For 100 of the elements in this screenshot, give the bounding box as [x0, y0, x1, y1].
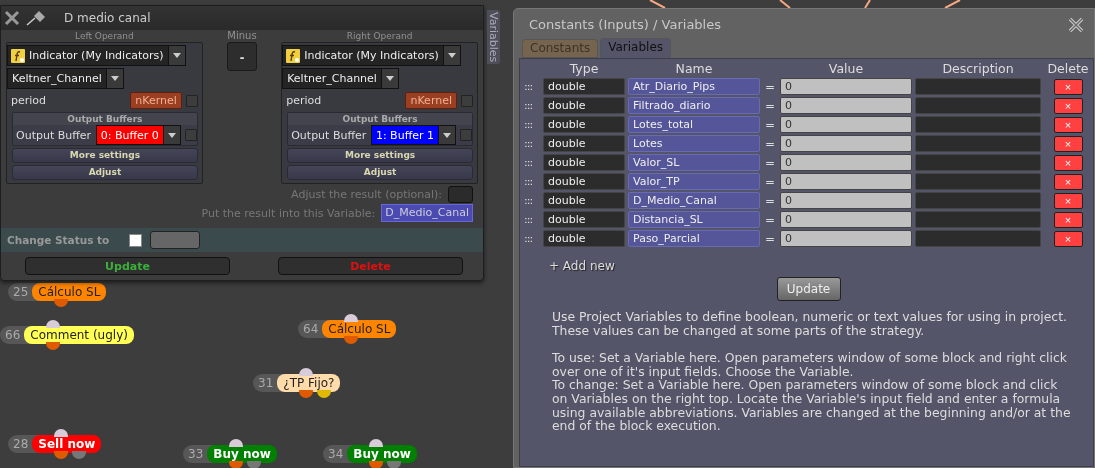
drag-handle[interactable]: ::: — [524, 175, 540, 188]
name-field[interactable]: Valor_SL — [628, 154, 760, 171]
indicator-dropdown[interactable]: Keltner_Channel — [282, 68, 399, 89]
update-button[interactable]: Update — [25, 257, 230, 275]
delete-button[interactable]: × — [1053, 192, 1083, 209]
name-field[interactable]: Atr_Diario_Pips — [628, 78, 760, 95]
close-icon[interactable] — [1068, 16, 1084, 33]
connector-port[interactable] — [344, 314, 358, 322]
buffer-dropdown[interactable]: 1: Buffer 1 — [370, 125, 456, 145]
delete-button[interactable]: × — [1053, 173, 1083, 190]
checkbox[interactable] — [129, 233, 142, 247]
buffer-dropdown[interactable]: 0: Buffer 0 — [95, 125, 181, 145]
adjust-field[interactable] — [448, 185, 473, 203]
strategy-block[interactable]: Sell now — [32, 435, 102, 453]
drag-handle[interactable]: ::: — [524, 80, 540, 93]
more-settings-button[interactable]: More settings — [287, 148, 473, 163]
source-dropdown[interactable]: Indicator (My Indicators) — [282, 45, 461, 66]
type-field[interactable]: double — [543, 192, 625, 209]
delete-button[interactable]: × — [1053, 78, 1083, 95]
name-field[interactable]: Filtrado_diario — [628, 97, 760, 114]
update-button[interactable]: Update — [776, 277, 841, 301]
checkbox[interactable] — [460, 129, 472, 141]
description-field[interactable] — [915, 97, 1041, 114]
variable-field[interactable]: D_Medio_Canal — [381, 204, 473, 222]
drag-handle[interactable]: ::: — [524, 156, 540, 169]
connector-port[interactable] — [229, 439, 243, 447]
type-field[interactable]: double — [543, 173, 625, 190]
value-field[interactable]: 0 — [780, 154, 912, 171]
connector-port[interactable] — [369, 461, 383, 468]
delete-button[interactable]: × — [1053, 135, 1083, 152]
description-field[interactable] — [915, 211, 1041, 228]
drag-handle[interactable]: ::: — [524, 118, 540, 131]
delete-button[interactable]: × — [1053, 97, 1083, 114]
connector-port[interactable] — [299, 390, 313, 398]
drag-handle[interactable]: ::: — [524, 213, 540, 226]
delete-button[interactable]: × — [1053, 211, 1083, 228]
strategy-block[interactable]: Cálculo SL — [32, 283, 107, 301]
value-field[interactable]: 0 — [780, 211, 912, 228]
type-field[interactable]: double — [543, 135, 625, 152]
adjust-button[interactable]: Adjust — [12, 165, 198, 180]
description-field[interactable] — [915, 154, 1041, 171]
drag-handle[interactable]: ::: — [524, 232, 540, 245]
pin-icon[interactable] — [26, 10, 46, 26]
operator-button[interactable]: - — [227, 42, 257, 71]
indicator-dropdown[interactable]: Keltner_Channel — [7, 68, 124, 89]
delete-button[interactable]: × — [1053, 230, 1083, 247]
checkbox[interactable] — [461, 94, 473, 107]
type-field[interactable]: double — [543, 97, 625, 114]
description-field[interactable] — [915, 135, 1041, 152]
delete-button[interactable]: × — [1053, 154, 1083, 171]
more-settings-button[interactable]: More settings — [12, 148, 198, 163]
strategy-block[interactable]: ¿TP Fijo? — [277, 374, 341, 392]
description-field[interactable] — [915, 78, 1041, 95]
value-field[interactable]: 0 — [780, 97, 912, 114]
type-field[interactable]: double — [543, 116, 625, 133]
description-field[interactable] — [915, 173, 1041, 190]
connector-port[interactable] — [369, 439, 383, 447]
description-field[interactable] — [915, 192, 1041, 209]
status-field[interactable] — [150, 231, 200, 249]
name-field[interactable]: Paso_Parcial — [628, 230, 760, 247]
value-field[interactable]: 0 — [780, 173, 912, 190]
type-field[interactable]: double — [543, 78, 625, 95]
name-field[interactable]: Lotes_total — [628, 116, 760, 133]
source-dropdown[interactable]: Indicator (My Indicators) — [7, 45, 186, 66]
type-field[interactable]: double — [543, 211, 625, 228]
drag-handle[interactable]: ::: — [524, 194, 540, 207]
strategy-block[interactable]: Cálculo SL — [322, 320, 397, 338]
connector-port[interactable] — [229, 461, 243, 468]
checkbox[interactable] — [185, 94, 198, 107]
close-icon[interactable] — [4, 10, 20, 26]
strategy-block[interactable]: Buy now — [347, 445, 417, 463]
connector-port[interactable] — [317, 390, 331, 398]
strategy-block[interactable]: Buy now — [207, 445, 277, 463]
type-field[interactable]: double — [543, 230, 625, 247]
connector-port[interactable] — [46, 320, 60, 328]
connector-port[interactable] — [46, 342, 60, 350]
variables-side-tab[interactable]: Variables — [487, 10, 500, 65]
drag-handle[interactable]: ::: — [524, 137, 540, 150]
value-field[interactable]: 0 — [780, 116, 912, 133]
drag-handle[interactable]: ::: — [524, 99, 540, 112]
checkbox[interactable] — [184, 129, 197, 141]
delete-button[interactable]: × — [1053, 116, 1083, 133]
param-field[interactable]: nKernel — [405, 92, 457, 109]
connector-port[interactable] — [344, 336, 358, 344]
value-field[interactable]: 0 — [780, 135, 912, 152]
connector-port[interactable] — [299, 368, 313, 376]
connector-port[interactable] — [54, 299, 68, 307]
strategy-block[interactable]: Comment (ugly) — [24, 326, 134, 344]
description-field[interactable] — [915, 116, 1041, 133]
name-field[interactable]: D_Medio_Canal — [628, 192, 760, 209]
name-field[interactable]: Distancia_SL — [628, 211, 760, 228]
value-field[interactable]: 0 — [780, 78, 912, 95]
value-field[interactable]: 0 — [780, 230, 912, 247]
connector-port[interactable] — [54, 451, 68, 459]
name-field[interactable]: Lotes — [628, 135, 760, 152]
param-field[interactable]: nKernel — [130, 92, 182, 109]
connector-port[interactable] — [54, 429, 68, 437]
adjust-button[interactable]: Adjust — [287, 165, 473, 180]
add-new-link[interactable]: + Add new — [549, 259, 615, 273]
description-field[interactable] — [915, 230, 1041, 247]
